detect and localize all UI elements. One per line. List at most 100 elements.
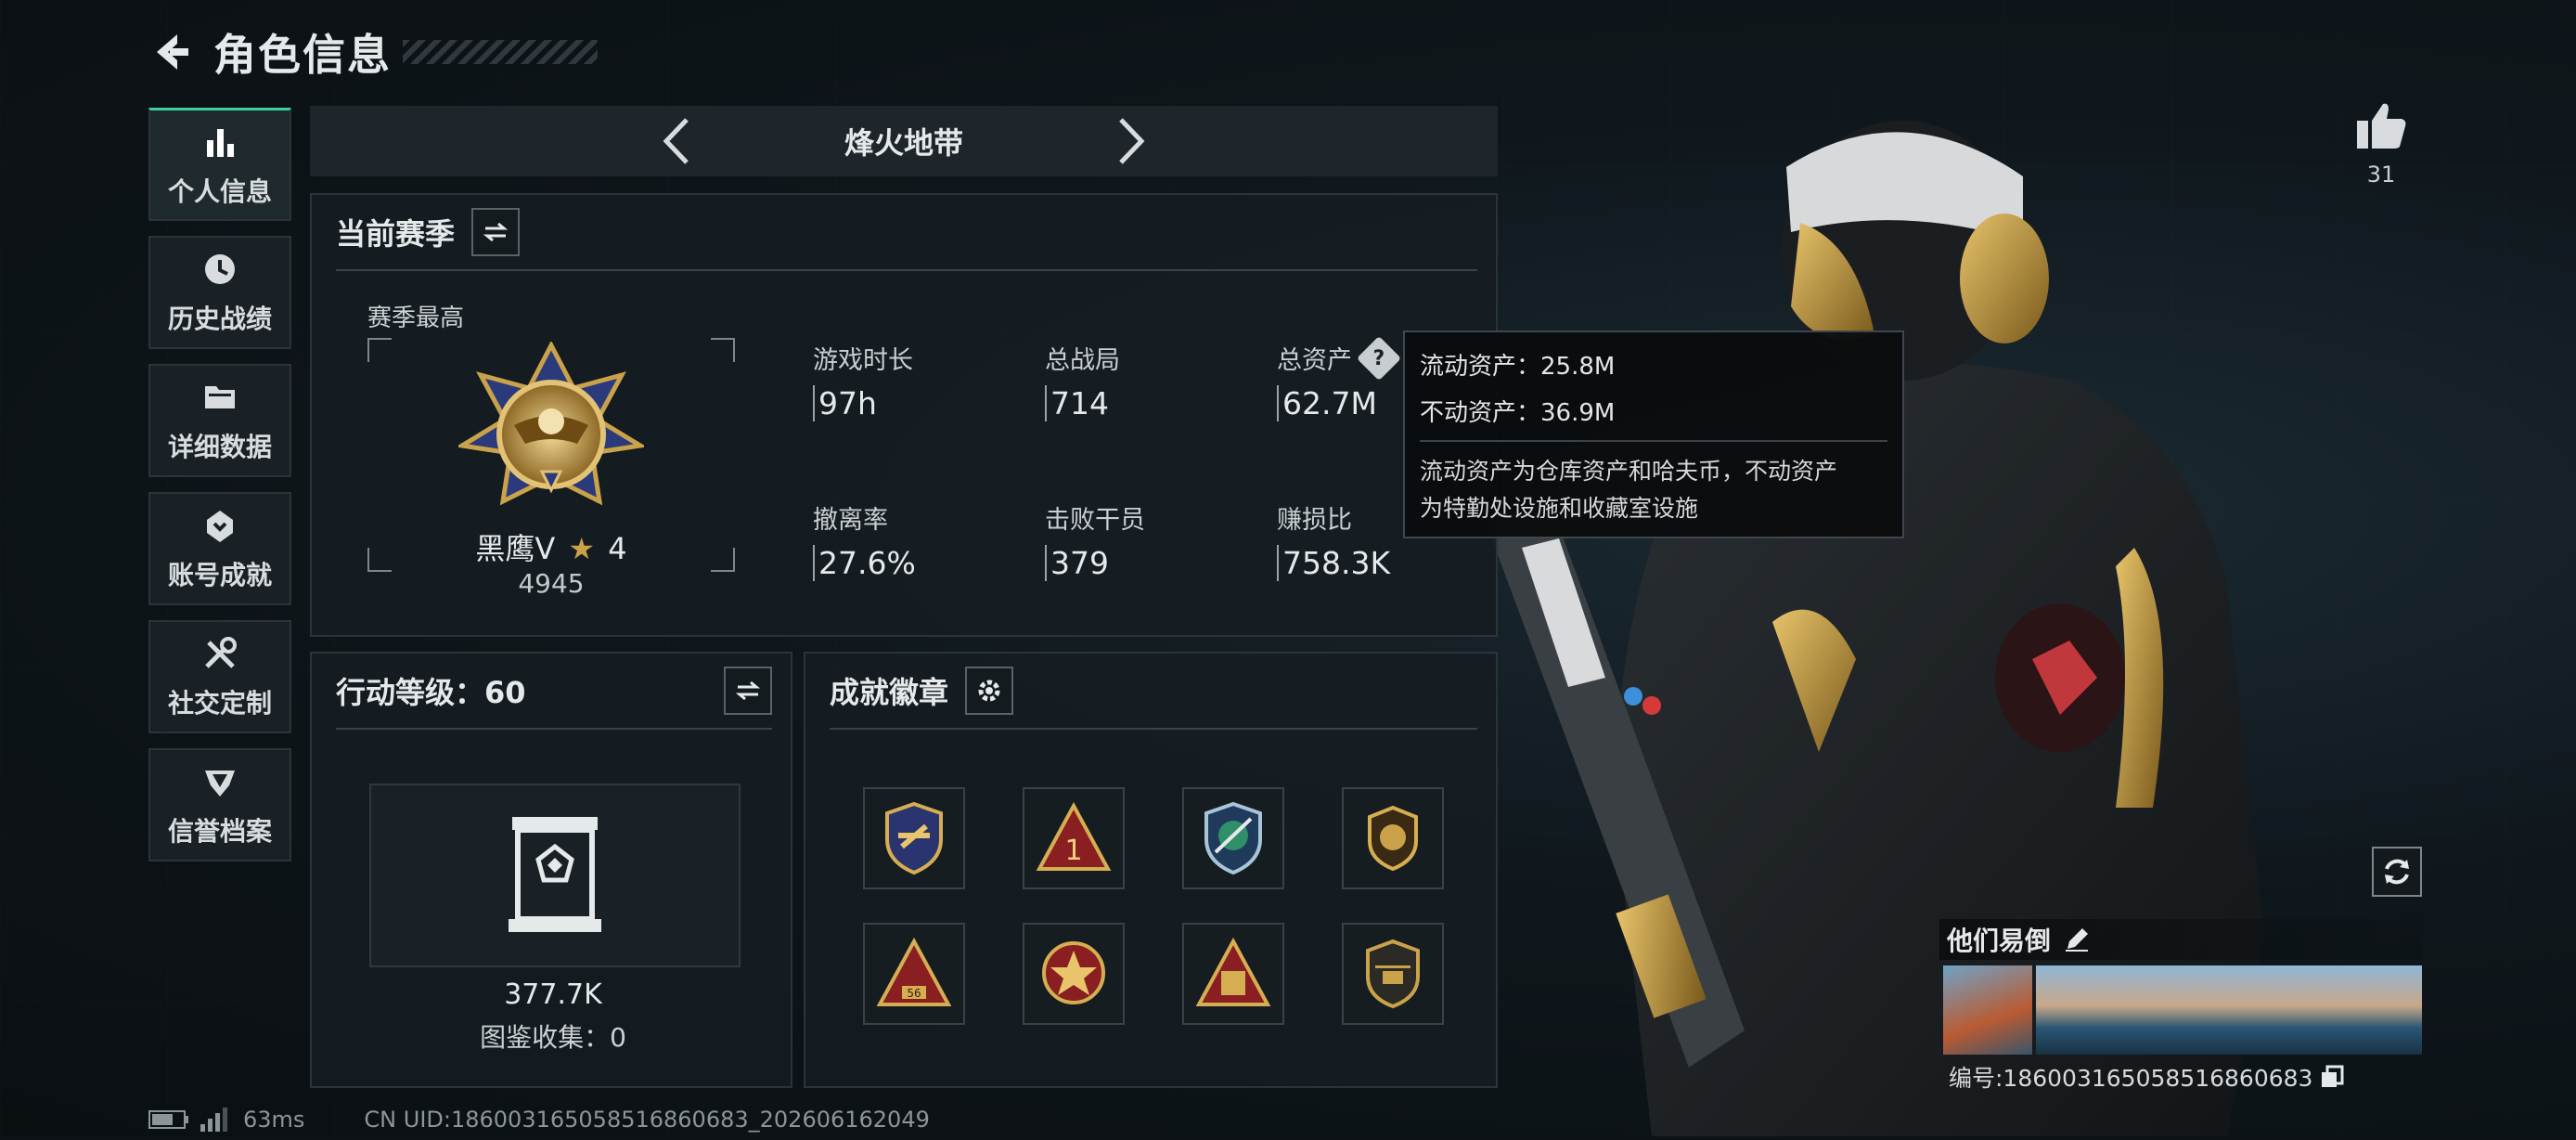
battery-icon: [148, 1110, 188, 1129]
stat-kills: 击败干员 379: [1045, 499, 1145, 581]
svg-text:56: 56: [907, 987, 921, 1000]
stat-label: 赚损比: [1277, 506, 1352, 535]
achievement-badge[interactable]: [863, 787, 965, 889]
badge-star-icon: [1042, 941, 1105, 1004]
svg-text:1: 1: [1064, 835, 1082, 867]
ping: 63ms: [243, 1107, 305, 1133]
season-panel: 当前赛季 赛季最高 黑鹰V ★ 4 4945 游戏时长 97h 总战局 714: [310, 193, 1498, 637]
like-count: 31: [2366, 162, 2396, 188]
gear-icon: [978, 680, 1000, 702]
achievement-badge[interactable]: [1182, 787, 1284, 889]
sidebar-item-personal-info[interactable]: 个人信息: [148, 108, 291, 221]
sidebar-item-detailed-data[interactable]: 详细数据: [148, 364, 291, 477]
rank-name: 黑鹰V: [475, 531, 556, 566]
sidebar-item-credit[interactable]: 信誉档案: [148, 748, 291, 861]
tooltip-note-1: 流动资产为仓库资产和哈夫币，不动资产: [1420, 458, 1838, 485]
like-widget[interactable]: 31: [2351, 100, 2411, 188]
edit-icon[interactable]: [2064, 926, 2090, 952]
mode-title: 烽火地带: [844, 125, 963, 161]
rank-line: 黑鹰V ★ 4: [367, 525, 735, 568]
name-card: 他们易倒 编号:18600316505851686​0683: [1939, 919, 2422, 1092]
player-id: 编号:18600316505851686​0683: [1949, 1065, 2313, 1092]
badge-crate-icon: [1195, 937, 1271, 1006]
achievement-icon: [200, 505, 240, 546]
season-header: 当前赛季: [312, 195, 1496, 269]
status-footer: 63ms CN UID:18600316505851686​0683_20260…: [148, 1105, 930, 1134]
action-level-panel: 行动等级：60 377.7K 图鉴收集：0: [310, 652, 792, 1088]
shield-icon: [200, 761, 240, 802]
achievement-badge[interactable]: 1: [1023, 787, 1125, 889]
tooltip-note-2: 为特勤处设施和收藏室设施: [1420, 495, 1699, 522]
stat-value: 62.7M: [1277, 385, 1395, 421]
chevron-right-icon[interactable]: [1099, 109, 1164, 174]
rank-stars: 4: [608, 531, 627, 566]
switch-button[interactable]: [471, 208, 521, 256]
sidebar-item-social[interactable]: 社交定制: [148, 620, 291, 733]
swap-icon: [735, 680, 761, 701]
stat-extract-rate: 撤离率 27.6%: [813, 499, 916, 581]
section-divider: [830, 728, 1477, 730]
uid: CN UID:18600316505851686​0683_2026061620…: [364, 1107, 930, 1133]
achievement-badge[interactable]: [1023, 923, 1125, 1025]
section-divider: [336, 728, 772, 730]
badge-56-icon: 56: [876, 937, 952, 1006]
rotate-button[interactable]: [2372, 847, 2422, 897]
section-divider: [336, 269, 1477, 271]
action-level-title: 行动等级：60: [336, 675, 526, 710]
achievement-badge[interactable]: [1182, 923, 1284, 1025]
switch-button[interactable]: [724, 667, 772, 715]
thumbs-up-icon: [2357, 103, 2406, 149]
player-name: 他们易倒: [1947, 926, 2052, 956]
refresh-icon: [2385, 859, 2409, 885]
settings-button[interactable]: [965, 667, 1014, 715]
stat-total-matches: 总战局 714: [1045, 340, 1120, 421]
tools-icon: [200, 633, 240, 674]
stat-value: 714: [1045, 385, 1120, 421]
tooltip-fixed: 不动资产：36.9M: [1420, 399, 1616, 427]
achievement-badge[interactable]: [1342, 923, 1444, 1025]
card-banner[interactable]: [2036, 965, 2422, 1055]
page-title: 角色信息: [213, 30, 392, 80]
swap-icon: [483, 222, 509, 242]
badge-triangle-icon: 1: [1036, 801, 1112, 871]
season-best-label: 赛季最高: [367, 304, 465, 332]
sidebar-item-achievements[interactable]: 账号成就: [148, 492, 291, 605]
tooltip-divider: [1420, 440, 1887, 442]
stat-label: 游戏时长: [813, 346, 913, 375]
stat-profit-ratio: 赚损比 758.3K: [1277, 499, 1390, 581]
mode-tabs: 烽火地带: [310, 106, 1498, 176]
back-arrow-icon[interactable]: [148, 30, 193, 74]
achievement-header: 成就徽章: [805, 654, 1496, 728]
star-icon: ★: [568, 531, 596, 566]
chevron-left-icon[interactable]: [644, 109, 709, 174]
stat-label: 撤离率: [813, 506, 888, 535]
title-decoration: [403, 40, 598, 64]
achievement-panel: 成就徽章 1 56: [804, 652, 1498, 1088]
achievement-title: 成就徽章: [830, 675, 949, 710]
stat-value: 27.6%: [813, 545, 916, 581]
achievement-badge[interactable]: [1342, 787, 1444, 889]
title-bar: 角色信息: [148, 22, 598, 82]
stat-label: 总战局: [1045, 346, 1120, 375]
bar-chart-icon: [200, 122, 240, 162]
season-title: 当前赛季: [336, 216, 456, 252]
name-card-header: 他们易倒: [1939, 919, 2422, 960]
sidebar-item-label: 历史战绩: [167, 304, 272, 334]
collection-book[interactable]: [369, 784, 741, 967]
badge-lion-icon: [1368, 805, 1418, 872]
collection-case-icon: [509, 817, 601, 932]
badge-globe-icon: [1204, 801, 1262, 875]
folder-icon: [200, 377, 240, 418]
sidebar-item-history[interactable]: 历史战绩: [148, 236, 291, 349]
badge-helicopter-icon: [1366, 939, 1420, 1009]
sidebar-item-label: 个人信息: [167, 175, 272, 207]
sidebar-item-label: 社交定制: [167, 688, 272, 719]
copy-icon[interactable]: [2320, 1065, 2344, 1089]
asset-tooltip: 流动资产：25.8M 不动资产：36.9M 流动资产为仓库资产和哈夫币，不动资产…: [1403, 330, 1904, 538]
stat-value: 379: [1045, 545, 1145, 581]
avatar[interactable]: [1943, 965, 2032, 1055]
collection-label: 图鉴收集：0: [480, 1022, 626, 1053]
stat-play-time: 游戏时长 97h: [813, 340, 913, 421]
help-icon[interactable]: ?: [1356, 335, 1402, 381]
achievement-badge[interactable]: 56: [863, 923, 965, 1025]
